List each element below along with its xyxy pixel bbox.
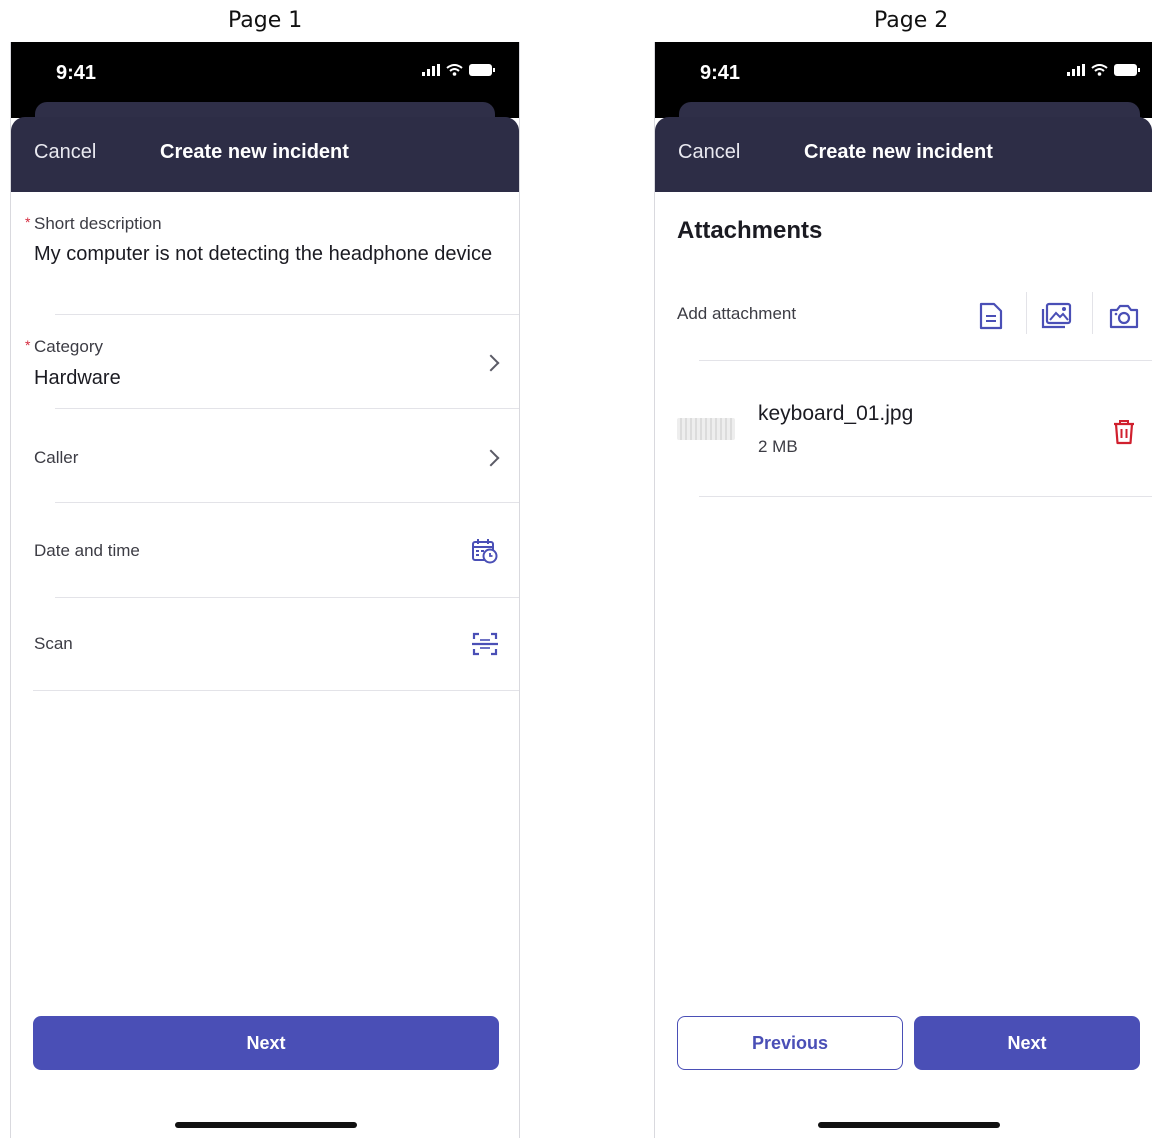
signal-icon (1067, 64, 1085, 76)
next-button[interactable]: Next (33, 1016, 499, 1070)
attachment-thumbnail (677, 418, 735, 440)
status-icons (1067, 64, 1140, 76)
field-label: Category (34, 337, 103, 356)
battery-icon (1114, 64, 1140, 76)
field-label: Short description (34, 214, 162, 233)
page-label-1: Page 1 (228, 8, 303, 33)
field-caller[interactable]: Caller (11, 409, 519, 502)
field-date-time[interactable]: Date and time (11, 503, 519, 597)
divider (1026, 292, 1027, 334)
status-time: 9:41 (56, 62, 97, 84)
field-value: My computer is not detecting the headpho… (34, 243, 493, 265)
field-value: Hardware (34, 367, 121, 389)
camera-icon[interactable] (1108, 301, 1140, 331)
next-button[interactable]: Next (914, 1016, 1140, 1070)
divider (699, 360, 1152, 361)
trash-icon[interactable] (1112, 418, 1136, 446)
field-category[interactable]: * Category Hardware (11, 315, 519, 409)
attachments-heading: Attachments (677, 217, 823, 244)
page-title: Create new incident (804, 141, 993, 163)
previous-button[interactable]: Previous (677, 1016, 903, 1070)
page-title: Create new incident (160, 141, 349, 163)
home-indicator (175, 1122, 357, 1128)
nav-bar: Cancel Create new incident (655, 117, 1152, 192)
divider (33, 690, 519, 691)
scan-icon[interactable] (471, 630, 499, 658)
wifi-icon (446, 64, 463, 76)
chevron-right-icon (482, 449, 500, 467)
phone-screen-page-2: 9:41 Cancel Create new incident Attachme… (654, 42, 1152, 1138)
image-icon[interactable] (1041, 301, 1073, 331)
home-indicator (818, 1122, 1000, 1128)
document-icon[interactable] (977, 301, 1005, 331)
required-marker: * (25, 337, 31, 353)
divider (1092, 292, 1093, 334)
field-short-description[interactable]: * Short description My computer is not d… (11, 192, 519, 316)
field-scan[interactable]: Scan (11, 598, 519, 690)
status-bar: 9:41 (655, 42, 1152, 142)
status-time: 9:41 (700, 62, 741, 84)
attachment-name: keyboard_01.jpg (758, 402, 914, 425)
battery-icon (469, 64, 495, 76)
attachment-size: 2 MB (758, 437, 798, 456)
field-label: Scan (34, 634, 73, 653)
phone-screen-page-1: 9:41 Cancel Create new incident * Short … (10, 42, 520, 1138)
nav-bar: Cancel Create new incident (11, 117, 519, 192)
wifi-icon (1091, 64, 1108, 76)
cancel-button[interactable]: Cancel (34, 141, 96, 164)
cancel-button[interactable]: Cancel (678, 141, 740, 164)
field-label: Caller (34, 448, 79, 467)
signal-icon (422, 64, 440, 76)
required-marker: * (25, 214, 31, 230)
field-label: Date and time (34, 541, 140, 560)
calendar-clock-icon[interactable] (471, 537, 499, 565)
page-label-2: Page 2 (874, 8, 949, 33)
divider (699, 496, 1152, 497)
add-attachment-label: Add attachment (677, 304, 797, 323)
status-icons (422, 64, 495, 76)
status-bar: 9:41 (11, 42, 519, 142)
